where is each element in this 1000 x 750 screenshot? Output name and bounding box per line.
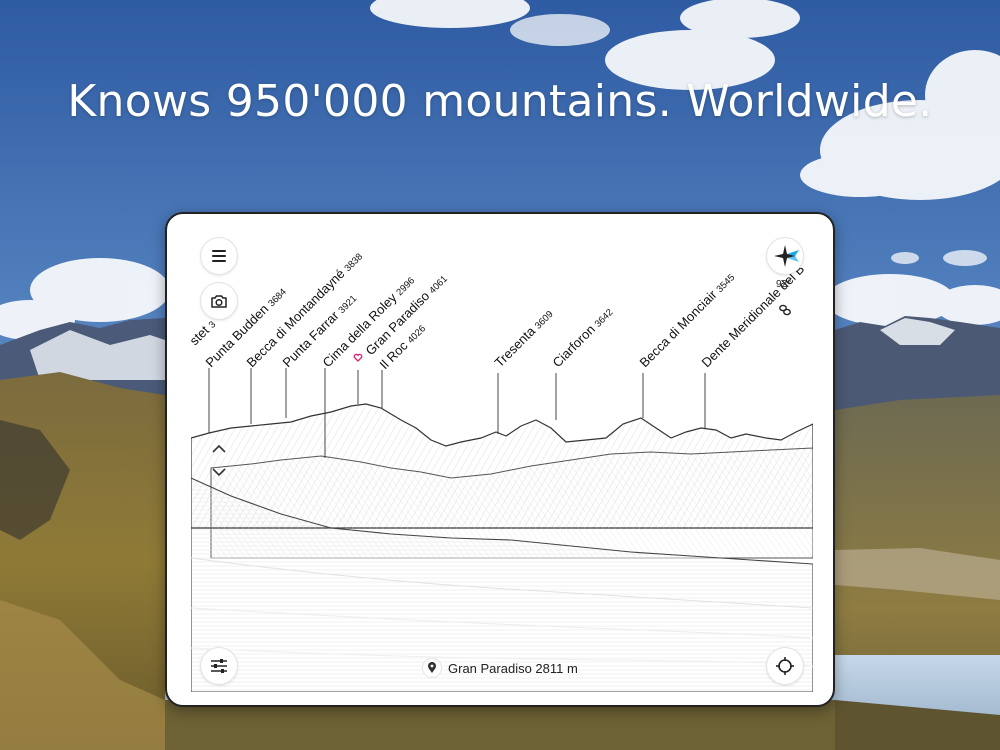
panorama-drawing: stet 3 Punta Budden 3684 Becca di Montan… [191, 251, 813, 692]
location-bar[interactable]: Gran Paradiso 2811 m [423, 656, 578, 680]
menu-icon [212, 250, 226, 262]
tablet-frame: stet 3 Punta Budden 3684 Becca di Montan… [165, 212, 835, 707]
chevron-down-icon [212, 467, 226, 476]
sliders-icon [211, 659, 227, 673]
peak-label[interactable]: stet 3 [191, 316, 218, 348]
location-label: Gran Paradiso 2811 m [448, 660, 578, 676]
compass-button[interactable] [767, 238, 803, 274]
camera-button[interactable] [201, 283, 237, 319]
peak-label[interactable]: Tresenta 3609 [492, 306, 556, 370]
tilt-up-button[interactable] [207, 439, 231, 457]
menu-button[interactable] [201, 238, 237, 274]
tilt-down-button[interactable] [207, 463, 231, 481]
link-icon [779, 304, 791, 316]
heart-icon [353, 353, 363, 362]
chevron-up-icon [212, 444, 226, 453]
compass-icon [774, 245, 799, 267]
crosshair-icon [776, 657, 794, 675]
compass-heading: 92° [776, 279, 792, 290]
peak-label[interactable]: Ciarforon 3642 [550, 304, 616, 370]
filters-button[interactable] [201, 648, 237, 684]
link-button[interactable] [777, 303, 793, 316]
panorama-screen[interactable]: stet 3 Punta Budden 3684 Becca di Montan… [191, 228, 813, 692]
camera-icon [211, 294, 227, 308]
recenter-button[interactable] [767, 648, 803, 684]
location-pin-icon [423, 659, 441, 677]
headline: Knows 950'000 mountains. Worldwide. [67, 76, 933, 127]
